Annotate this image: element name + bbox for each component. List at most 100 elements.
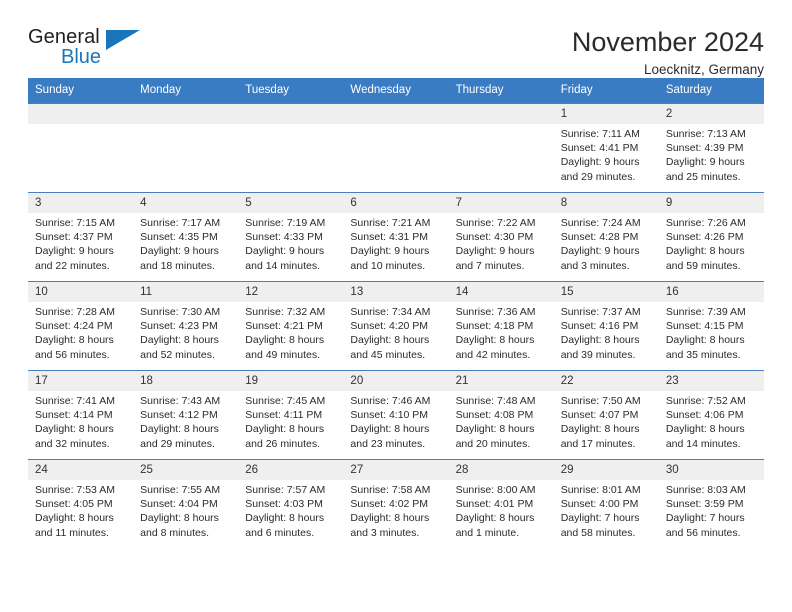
calendar-day-cell[interactable]: 20 Sunrise: 7:46 AM Sunset: 4:10 PM Dayligh… — [343, 370, 449, 460]
daylight-text-line2: and 52 minutes. — [140, 348, 215, 361]
calendar-day-cell[interactable]: 21 Sunrise: 7:48 AM Sunset: 4:08 PM Dayligh… — [448, 370, 554, 460]
daylight-text-line2: and 32 minutes. — [35, 437, 110, 450]
sunset-text: Sunset: 4:07 PM — [560, 409, 639, 422]
calendar-day-cell[interactable]: 19 Sunrise: 7:45 AM Sunset: 4:11 PM Dayligh… — [238, 370, 344, 460]
calendar-day-cell[interactable]: 25 Sunrise: 7:55 AM Sunset: 4:04 PM Dayligh… — [133, 459, 239, 549]
day-number: 7 — [448, 193, 554, 213]
calendar-day-cell[interactable]: 16 Sunrise: 7:39 AM Sunset: 4:15 PM Dayligh… — [658, 281, 764, 371]
calendar-day-cell[interactable]: 24 Sunrise: 7:53 AM Sunset: 4:05 PM Dayligh… — [28, 459, 134, 549]
daylight-text-line2: and 23 minutes. — [350, 437, 426, 450]
calendar-day-cell[interactable]: 12 Sunrise: 7:32 AM Sunset: 4:21 PM Dayligh… — [238, 281, 344, 371]
day-details: Sunrise: 7:50 AM Sunset: 4:07 PM Daylight:… — [554, 391, 659, 451]
daylight-text-line1: Daylight: 8 hours — [245, 334, 325, 347]
calendar-day-cell[interactable]: 4 Sunrise: 7:17 AM Sunset: 4:35 PM Daylight… — [133, 192, 239, 282]
daylight-text-line2: and 1 minute. — [455, 526, 520, 539]
calendar-day-cell[interactable]: 8 Sunrise: 7:24 AM Sunset: 4:28 PM Daylight… — [553, 192, 659, 282]
day-details: Sunrise: 8:00 AM Sunset: 4:01 PM Daylight:… — [449, 480, 554, 540]
day-details: Sunrise: 7:58 AM Sunset: 4:02 PM Daylight:… — [343, 480, 448, 540]
day-details: Sunrise: 8:03 AM Sunset: 3:59 PM Daylight:… — [659, 480, 764, 540]
daylight-text-line2: and 35 minutes. — [665, 348, 741, 361]
daylight-text-line1: Daylight: 9 hours — [245, 245, 325, 258]
day-details: Sunrise: 7:30 AM Sunset: 4:23 PM Daylight:… — [133, 302, 238, 362]
daylight-text-line1: Daylight: 8 hours — [140, 334, 219, 347]
calendar-day-cell[interactable]: 11 Sunrise: 7:30 AM Sunset: 4:23 PM Dayligh… — [133, 281, 239, 371]
sunrise-text: Sunrise: 7:36 AM — [455, 306, 536, 318]
sunset-text: Sunset: 4:37 PM — [35, 231, 113, 244]
daylight-text-line1: Daylight: 7 hours — [560, 512, 640, 525]
calendar-day-cell[interactable]: 18 Sunrise: 7:43 AM Sunset: 4:12 PM Dayligh… — [133, 370, 239, 460]
sunset-text: Sunset: 4:06 PM — [665, 409, 744, 422]
day-details: Sunrise: 7:39 AM Sunset: 4:15 PM Daylight:… — [659, 302, 764, 362]
sunrise-text: Sunrise: 7:28 AM — [35, 306, 115, 318]
calendar-day-cell[interactable]: 28 Sunrise: 8:00 AM Sunset: 4:01 PM Dayligh… — [448, 459, 554, 549]
calendar-day-cell[interactable]: 5 Sunrise: 7:19 AM Sunset: 4:33 PM Daylight… — [238, 192, 344, 282]
daylight-text-line2: and 6 minutes. — [245, 526, 315, 539]
daylight-text-line2: and 25 minutes. — [665, 170, 741, 183]
day-number: 14 — [448, 282, 554, 302]
calendar-week-row: 10 Sunrise: 7:28 AM Sunset: 4:24 PM Dayligh… — [28, 281, 764, 371]
daylight-text-line1: Daylight: 9 hours — [560, 156, 640, 169]
day-number: 17 — [28, 371, 134, 391]
calendar-day-cell[interactable]: 13 Sunrise: 7:34 AM Sunset: 4:20 PM Dayligh… — [343, 281, 449, 371]
page-subtitle: Loecknitz, Germany — [643, 62, 764, 77]
day-details: Sunrise: 7:57 AM Sunset: 4:03 PM Daylight:… — [238, 480, 343, 540]
day-details: Sunrise: 7:53 AM Sunset: 4:05 PM Daylight:… — [28, 480, 133, 540]
day-number: 12 — [238, 282, 344, 302]
calendar-day-cell[interactable]: 17 Sunrise: 7:41 AM Sunset: 4:14 PM Dayligh… — [28, 370, 134, 460]
daylight-text-line1: Daylight: 8 hours — [560, 334, 640, 347]
calendar-day-cell[interactable]: 10 Sunrise: 7:28 AM Sunset: 4:24 PM Dayligh… — [28, 281, 134, 371]
day-details: Sunrise: 8:01 AM Sunset: 4:00 PM Daylight:… — [554, 480, 659, 540]
daylight-text-line1: Daylight: 8 hours — [665, 245, 745, 258]
sunset-text: Sunset: 4:14 PM — [35, 409, 113, 422]
calendar-day-cell[interactable]: 30 Sunrise: 8:03 AM Sunset: 3:59 PM Dayligh… — [658, 459, 764, 549]
day-details: Sunrise: 7:24 AM Sunset: 4:28 PM Daylight:… — [554, 213, 659, 273]
calendar-cell-empty — [448, 103, 554, 193]
sunset-text: Sunset: 4:01 PM — [455, 498, 534, 511]
calendar-day-cell[interactable]: 23 Sunrise: 7:52 AM Sunset: 4:06 PM Dayligh… — [658, 370, 764, 460]
sunset-text: Sunset: 4:35 PM — [140, 231, 218, 244]
brand-logo[interactable]: General Blue — [28, 26, 148, 74]
daylight-text-line2: and 29 minutes. — [140, 437, 215, 450]
day-number: 25 — [133, 460, 239, 480]
calendar-day-cell[interactable]: 2 Sunrise: 7:13 AM Sunset: 4:39 PM Daylight… — [658, 103, 764, 193]
calendar-day-cell[interactable]: 3 Sunrise: 7:15 AM Sunset: 4:37 PM Daylight… — [28, 192, 134, 282]
page-title: November 2024 — [571, 27, 764, 57]
day-details: Sunrise: 7:21 AM Sunset: 4:31 PM Daylight:… — [343, 213, 448, 273]
sunrise-text: Sunrise: 7:41 AM — [35, 395, 115, 407]
sunset-text: Sunset: 4:28 PM — [560, 231, 639, 244]
daylight-text-line2: and 22 minutes. — [35, 259, 110, 272]
brand-name-general: General — [28, 26, 100, 48]
sunset-text: Sunset: 4:04 PM — [140, 498, 218, 511]
daylight-text-line2: and 14 minutes. — [665, 437, 741, 450]
daylight-text-line1: Daylight: 7 hours — [665, 512, 745, 525]
calendar-day-cell[interactable]: 14 Sunrise: 7:36 AM Sunset: 4:18 PM Dayligh… — [448, 281, 554, 371]
sunrise-text: Sunrise: 8:03 AM — [665, 484, 746, 496]
calendar-day-cell[interactable]: 7 Sunrise: 7:22 AM Sunset: 4:30 PM Daylight… — [448, 192, 554, 282]
calendar-cell-empty — [238, 103, 344, 193]
day-number — [238, 104, 344, 124]
day-details: Sunrise: 7:26 AM Sunset: 4:26 PM Daylight:… — [659, 213, 764, 273]
sunrise-text: Sunrise: 7:53 AM — [35, 484, 115, 496]
calendar-day-cell[interactable]: 27 Sunrise: 7:58 AM Sunset: 4:02 PM Dayligh… — [343, 459, 449, 549]
day-number: 21 — [448, 371, 554, 391]
calendar-day-cell[interactable]: 22 Sunrise: 7:50 AM Sunset: 4:07 PM Dayligh… — [553, 370, 659, 460]
daylight-text-line1: Daylight: 9 hours — [665, 156, 745, 169]
calendar-week-row: 3 Sunrise: 7:15 AM Sunset: 4:37 PM Daylight… — [28, 192, 764, 282]
calendar-day-cell[interactable]: 26 Sunrise: 7:57 AM Sunset: 4:03 PM Dayligh… — [238, 459, 344, 549]
daylight-text-line1: Daylight: 9 hours — [560, 245, 640, 258]
day-number: 8 — [553, 193, 659, 213]
daylight-text-line1: Daylight: 8 hours — [665, 423, 745, 436]
calendar-day-cell[interactable]: 15 Sunrise: 7:37 AM Sunset: 4:16 PM Dayligh… — [553, 281, 659, 371]
sunset-text: Sunset: 3:59 PM — [665, 498, 744, 511]
day-number: 15 — [553, 282, 659, 302]
day-details: Sunrise: 7:55 AM Sunset: 4:04 PM Daylight:… — [133, 480, 238, 540]
sunset-text: Sunset: 4:11 PM — [245, 409, 323, 422]
sunrise-text: Sunrise: 7:46 AM — [350, 395, 431, 407]
calendar-day-cell[interactable]: 29 Sunrise: 8:01 AM Sunset: 4:00 PM Dayligh… — [553, 459, 659, 549]
calendar-day-cell[interactable]: 1 Sunrise: 7:11 AM Sunset: 4:41 PM Daylight… — [553, 103, 659, 193]
daylight-text-line2: and 49 minutes. — [245, 348, 320, 361]
sunrise-text: Sunrise: 7:22 AM — [455, 217, 536, 229]
day-number: 18 — [133, 371, 239, 391]
calendar-day-cell[interactable]: 6 Sunrise: 7:21 AM Sunset: 4:31 PM Daylight… — [343, 192, 449, 282]
calendar-day-cell[interactable]: 9 Sunrise: 7:26 AM Sunset: 4:26 PM Daylight… — [658, 192, 764, 282]
